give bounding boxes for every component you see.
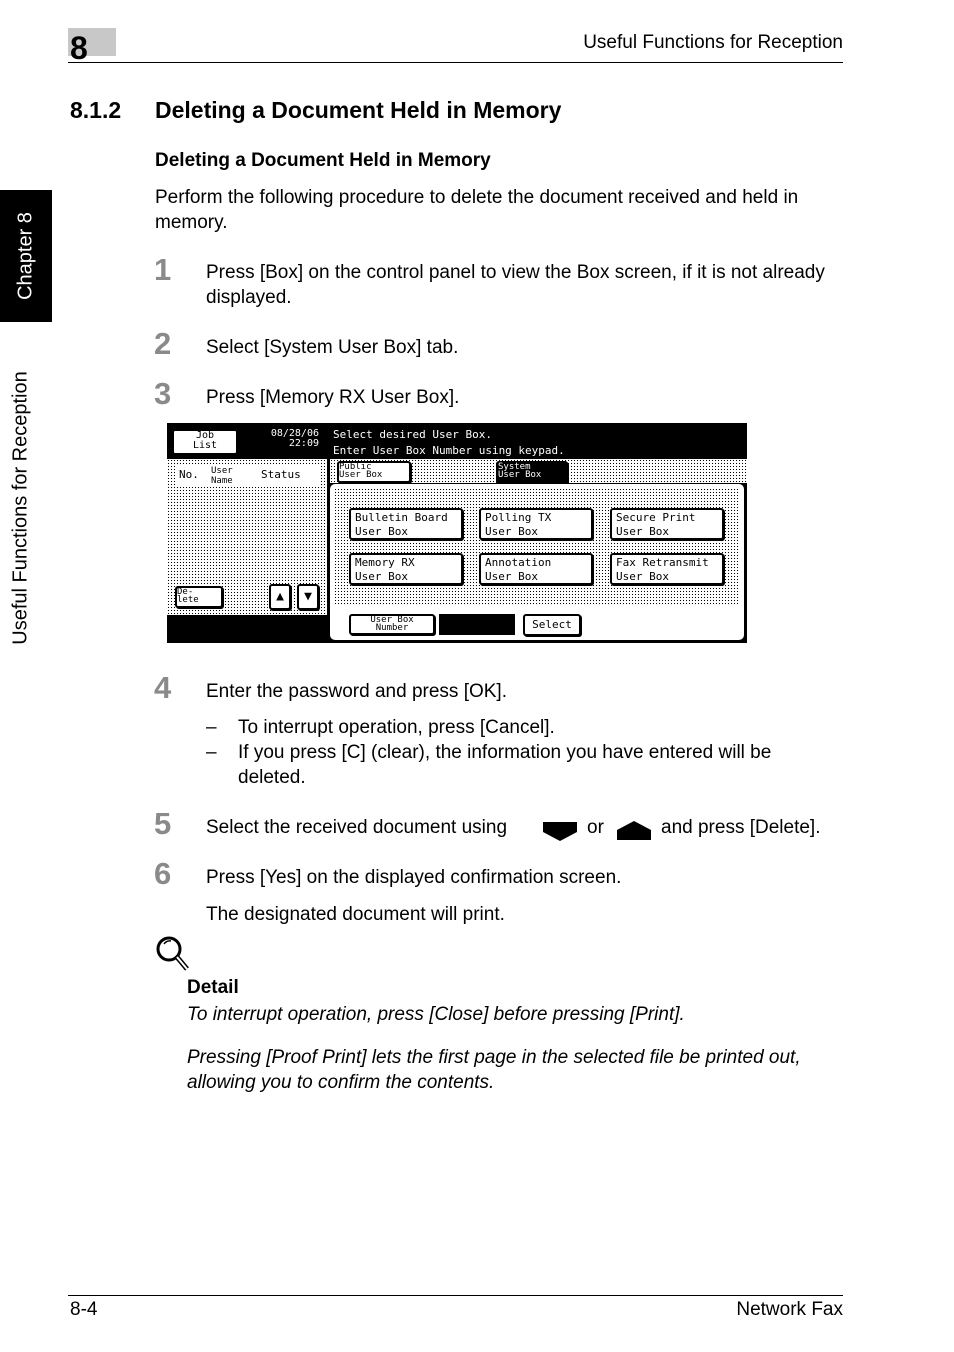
user-box-label: Annotation (485, 556, 552, 569)
chapter-tab: Chapter 8 (0, 190, 52, 322)
detail-paragraph: To interrupt operation, press [Close] be… (187, 1004, 685, 1025)
user-box-label: Fax Retransmit (616, 556, 709, 569)
bullet-dash: – (206, 717, 217, 738)
user-box-number-input[interactable] (439, 614, 515, 635)
user-box-label: User Box (616, 570, 669, 583)
job-list-button[interactable]: Job List (172, 429, 238, 455)
header-rule (68, 62, 843, 63)
step-text-c: and press [Delete]. (661, 817, 821, 838)
tab-system-user-box[interactable]: System User Box (496, 461, 568, 485)
screen-message: Select desired User Box. Enter User Box N… (333, 428, 565, 457)
subheading: Deleting a Document Held in Memory (155, 150, 491, 171)
detail-paragraph: Pressing [Proof Print] lets the first pa… (187, 1047, 801, 1093)
step-number: 1 (154, 252, 172, 287)
user-box-label: Bulletin Board (355, 511, 448, 524)
bullet-dash: – (206, 742, 217, 763)
arrow-up-icon (617, 821, 651, 840)
arrow-up-icon: ▲ (276, 589, 284, 604)
section-number: 8.1.2 (70, 97, 122, 123)
tab-public-user-box[interactable]: Public User Box (337, 461, 411, 483)
step-number: 3 (154, 376, 172, 411)
user-box-label: Polling TX (485, 511, 552, 524)
control-panel-screen: Job List 08/28/06 22:09 Select desired Use… (167, 423, 747, 643)
step-text-b: or (587, 817, 604, 838)
user-box-label: User Box (355, 525, 408, 538)
user-box-button[interactable]: Polling TX User Box (479, 508, 593, 540)
page-number: 8-4 (70, 1299, 98, 1320)
side-section-label: Useful Functions for Reception (9, 371, 32, 645)
step-number: 5 (154, 806, 172, 841)
step-number: 6 (154, 856, 172, 891)
delete-button[interactable]: De-lete (175, 586, 223, 608)
chapter-tab-label: Chapter 8 (14, 212, 37, 300)
bullet-text: If you press [C] (clear), the informatio… (238, 742, 772, 788)
footer-title: Network Fax (736, 1299, 843, 1320)
step-text: Press [Box] on the control panel to view… (206, 262, 825, 308)
user-box-label: User Box (485, 570, 538, 583)
user-box-number-button[interactable]: User Box Number (349, 614, 435, 635)
user-box-button[interactable]: Bulletin Board User Box (349, 508, 463, 540)
user-box-label: Memory RX (355, 556, 415, 569)
step-text: Press [Memory RX User Box]. (206, 387, 460, 408)
arrow-down-icon (543, 822, 577, 841)
step-number: 2 (154, 326, 172, 361)
step-text-a: Select the received document using (206, 817, 508, 838)
scroll-up-button[interactable]: ▲ (269, 584, 291, 610)
datetime: 08/28/06 22:09 (270, 428, 319, 449)
magnifier-icon (156, 936, 189, 971)
bullet-text: To interrupt operation, press [Cancel]. (238, 717, 555, 738)
section-title: Deleting a Document Held in Memory (155, 97, 562, 123)
intro-paragraph: Perform the following procedure to delet… (155, 187, 799, 233)
running-title: Useful Functions for Reception (583, 32, 843, 53)
step-text: Press [Yes] on the displayed confirmatio… (206, 867, 622, 888)
arrow-down-icon: ▼ (304, 589, 312, 604)
step-note: The designated document will print. (206, 904, 505, 925)
list-header: No. User Name Status (175, 465, 321, 486)
user-box-label: User Box (616, 525, 669, 538)
footer-rule (68, 1295, 843, 1296)
detail-title: Detail (187, 977, 239, 998)
user-box-button[interactable]: Secure Print User Box (610, 508, 724, 540)
user-box-label: Secure Print (616, 511, 696, 524)
user-box-button[interactable]: Memory RX User Box (349, 553, 463, 585)
step-text: Enter the password and press [OK]. (206, 681, 507, 702)
box-grid-bg (334, 488, 740, 606)
user-box-button[interactable]: Annotation User Box (479, 553, 593, 585)
step-number: 4 (154, 670, 172, 705)
user-box-label: User Box (355, 570, 408, 583)
step-text: Select [System User Box] tab. (206, 337, 459, 358)
user-box-label: User Box (485, 525, 538, 538)
user-box-button[interactable]: Fax Retransmit User Box (610, 553, 724, 585)
select-button[interactable]: Select (523, 614, 581, 636)
manual-page: 8 Useful Functions for Reception Chapter… (0, 0, 954, 1352)
scroll-down-button[interactable]: ▼ (297, 584, 319, 610)
